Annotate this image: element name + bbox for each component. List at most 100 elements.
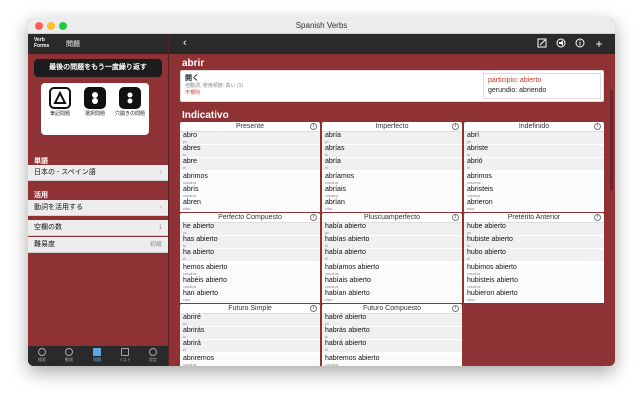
- conjugate-verb-label: 動詞を活用する: [34, 204, 83, 211]
- conjugation-row[interactable]: han abierto ellos: [180, 290, 320, 303]
- conjugation-row[interactable]: hubo abierto él: [464, 249, 604, 262]
- conjugation-row[interactable]: habremos abierto nosotros: [322, 355, 462, 366]
- tab-list[interactable]: リスト: [115, 348, 135, 365]
- conjugation-row[interactable]: abrimos nosotros: [180, 173, 320, 186]
- conjugation-row[interactable]: habéis abierto vosotros: [180, 277, 320, 290]
- conjugation-row[interactable]: abrirá él: [180, 340, 320, 353]
- conjugation-row[interactable]: abría él: [322, 158, 462, 171]
- conjugation-row[interactable]: abriste tú: [464, 145, 604, 158]
- verb-info-card: 開く 他動詞, 使用頻度: 高い (1) 不規則 participio: abi…: [180, 70, 604, 102]
- conjugation-row[interactable]: abrió él: [464, 158, 604, 171]
- tab-quiz[interactable]: 問題: [87, 348, 107, 365]
- conjugation-row[interactable]: abrirás tú: [180, 327, 320, 340]
- tense-card: Imperfecto i abría yo abrías tú abría él abríamo…: [322, 122, 462, 212]
- conjugated-form: abrieron: [467, 199, 493, 206]
- mode-written[interactable]: 筆記問題: [45, 87, 75, 133]
- conjugation-row[interactable]: has abierto tú: [180, 236, 320, 249]
- conjugation-row[interactable]: abres tú: [180, 145, 320, 158]
- conjugation-row[interactable]: hube abierto yo: [464, 223, 604, 236]
- participle-label: participio:: [488, 77, 518, 84]
- tense-name: Pretérito Anterior: [507, 214, 561, 221]
- conjugate-verb-row[interactable]: 動詞を活用する ›: [28, 200, 168, 216]
- conjugation-row[interactable]: hubimos abierto nosotros: [464, 264, 604, 277]
- conjugation-row[interactable]: hubieron abierto ellos: [464, 290, 604, 303]
- tense-info-icon[interactable]: i: [594, 123, 601, 130]
- tense-name: Perfecto Compuesto: [218, 214, 282, 221]
- conjugation-row[interactable]: habrá abierto él: [322, 340, 462, 353]
- conjugated-form: hubiste abierto: [467, 236, 513, 243]
- conjugation-row[interactable]: abriré yo: [180, 314, 320, 327]
- conjugation-row[interactable]: abría yo: [322, 132, 462, 145]
- info-icon[interactable]: [574, 38, 586, 50]
- conjugation-row[interactable]: ha abierto él: [180, 249, 320, 262]
- pronoun-label: tú: [325, 153, 328, 157]
- tense-info-icon[interactable]: i: [594, 214, 601, 221]
- tab-search[interactable]: 検索: [32, 348, 52, 365]
- tab-settings[interactable]: 設定: [143, 348, 163, 365]
- difficulty-row[interactable]: 難易度 初級: [28, 237, 168, 253]
- pronoun-label: él: [467, 257, 470, 261]
- conjugation-row[interactable]: he abierto yo: [180, 223, 320, 236]
- back-chevron-icon[interactable]: ‹: [183, 37, 187, 49]
- conjugation-row[interactable]: habré abierto yo: [322, 314, 462, 327]
- conjugation-row[interactable]: habían abierto ellos: [322, 290, 462, 303]
- conjugation-row[interactable]: habrás abierto tú: [322, 327, 462, 340]
- conjugation-row[interactable]: habías abierto tú: [322, 236, 462, 249]
- audio-icon[interactable]: [555, 38, 567, 50]
- main-panel: ‹ + abrir 開く 他動詞, 使用頻度: 高い (1) 不規則 parti…: [168, 34, 615, 366]
- conjugation-row[interactable]: abrían ellos: [322, 199, 462, 212]
- tense-header: Futuro Simple i: [180, 304, 320, 314]
- tense-card: Presente i abro yo abres tú abre él abrimos nosot…: [180, 122, 320, 212]
- conjugation-row[interactable]: abrimos nosotros: [464, 173, 604, 186]
- tense-info-icon[interactable]: i: [452, 305, 459, 312]
- conjugated-form: abrió: [467, 158, 483, 165]
- mode-choice-label: 選択問題: [84, 111, 105, 117]
- tense-header: Indefinido i: [464, 122, 604, 132]
- tense-info-icon[interactable]: i: [452, 214, 459, 221]
- mode-choice[interactable]: 選択問題: [80, 87, 110, 133]
- word-direction-row[interactable]: 日本の - スペイン語 ›: [28, 165, 168, 181]
- conjugation-row[interactable]: hubisteis abierto vosotros: [464, 277, 604, 290]
- conjugation-row[interactable]: había abierto él: [322, 249, 462, 262]
- conjugated-form: había abierto: [325, 223, 366, 230]
- conjugation-row[interactable]: hemos abierto nosotros: [180, 264, 320, 277]
- add-icon[interactable]: +: [593, 38, 605, 50]
- conjugation-row[interactable]: había abierto yo: [322, 223, 462, 236]
- pronoun-label: vosotros: [467, 194, 481, 198]
- conjugation-row[interactable]: abro yo: [180, 132, 320, 145]
- tense-info-icon[interactable]: i: [452, 123, 459, 130]
- tense-name: Pluscuamperfecto: [363, 214, 421, 221]
- conjugation-row[interactable]: abrí yo: [464, 132, 604, 145]
- conjugation-row[interactable]: abren ellos: [180, 199, 320, 212]
- conjugation-row[interactable]: habíamos abierto nosotros: [322, 264, 462, 277]
- pronoun-label: tú: [325, 335, 328, 339]
- conjugation-row[interactable]: abre él: [180, 158, 320, 171]
- tense-header: Pretérito Anterior i: [464, 213, 604, 223]
- search-icon: [38, 348, 46, 356]
- blanks-count-row[interactable]: 空欄の数 1: [28, 220, 168, 236]
- tense-info-icon[interactable]: i: [310, 123, 317, 130]
- conjugation-row[interactable]: abrieron ellos: [464, 199, 604, 212]
- conjugated-form: había abierto: [325, 249, 366, 256]
- tense-card: Futuro Simple i abriré yo abrirás tú abrirá él a…: [180, 304, 320, 366]
- retry-last-question-button[interactable]: 最後の問題をもう一度繰り返す: [34, 59, 162, 77]
- conjugation-row[interactable]: abríais vosotros: [322, 186, 462, 199]
- scrollbar[interactable]: [610, 90, 613, 190]
- tense-name: Futuro Compuesto: [363, 305, 421, 312]
- conjugation-row[interactable]: abristeis vosotros: [464, 186, 604, 199]
- edit-icon[interactable]: [536, 38, 548, 50]
- conjugation-row[interactable]: hubiste abierto tú: [464, 236, 604, 249]
- conjugation-row[interactable]: abrías tú: [322, 145, 462, 158]
- blanks-icon: [119, 87, 141, 109]
- tense-info-icon[interactable]: i: [310, 214, 317, 221]
- conjugation-row[interactable]: abrís vosotros: [180, 186, 320, 199]
- conjugation-row[interactable]: abríamos nosotros: [322, 173, 462, 186]
- conjugated-form: abristeis: [467, 186, 494, 193]
- chevron-right-icon: ›: [159, 204, 162, 211]
- conjugation-row[interactable]: habíais abierto vosotros: [322, 277, 462, 290]
- mode-blanks[interactable]: 穴開きの問題: [115, 87, 145, 133]
- tense-info-icon[interactable]: i: [310, 305, 317, 312]
- verb-title: abrir: [182, 58, 205, 69]
- tab-verbs[interactable]: 動詞: [59, 348, 79, 365]
- conjugation-row[interactable]: abriremos nosotros: [180, 355, 320, 366]
